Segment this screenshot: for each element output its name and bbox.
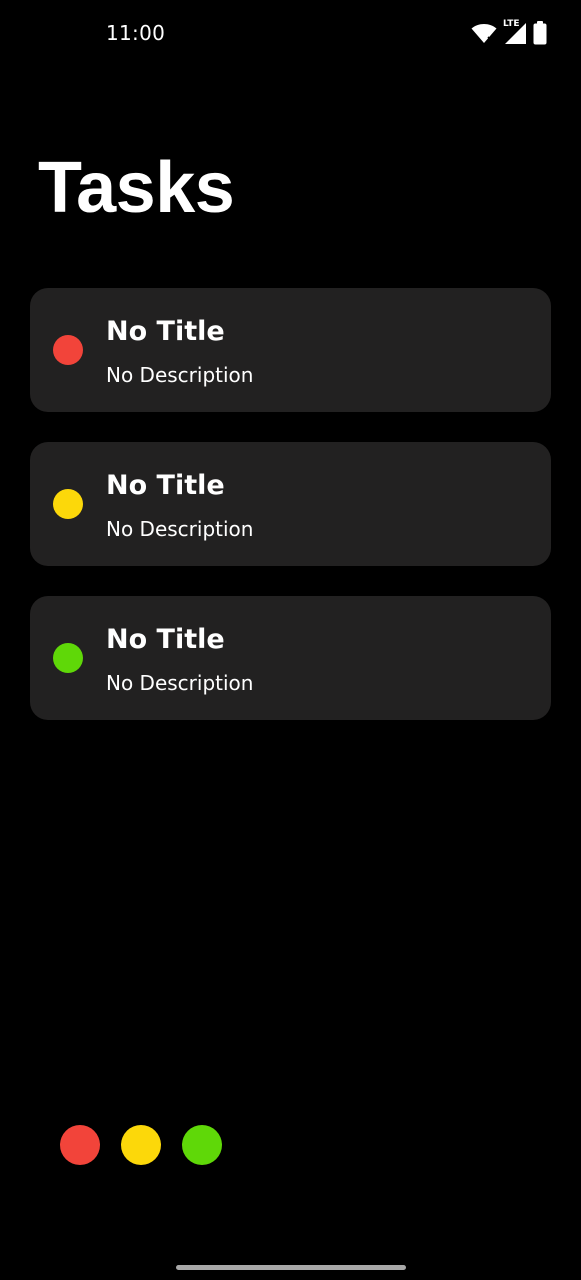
page-title: Tasks (38, 148, 235, 228)
task-card[interactable]: No Title No Description (30, 596, 551, 720)
color-chip-red[interactable] (60, 1125, 100, 1165)
status-time: 11:00 (106, 21, 166, 45)
task-description: No Description (106, 517, 254, 541)
status-bar: 11:00 LTE (0, 0, 581, 66)
task-color-indicator (53, 335, 83, 365)
wifi-icon (471, 22, 497, 44)
task-color-indicator (53, 643, 83, 673)
color-chip-yellow[interactable] (121, 1125, 161, 1165)
task-card[interactable]: No Title No Description (30, 442, 551, 566)
task-title: No Title (106, 624, 225, 655)
gesture-nav-handle[interactable] (176, 1265, 406, 1270)
cell-signal-icon: LTE (503, 19, 527, 45)
task-description: No Description (106, 363, 254, 387)
task-title: No Title (106, 470, 225, 501)
task-list: No Title No Description No Title No Desc… (30, 288, 551, 720)
task-color-indicator (53, 489, 83, 519)
color-chip-green[interactable] (182, 1125, 222, 1165)
status-icons: LTE (471, 19, 547, 46)
color-filter (60, 1125, 222, 1165)
task-description: No Description (106, 671, 254, 695)
task-card[interactable]: No Title No Description (30, 288, 551, 412)
task-title: No Title (106, 316, 225, 347)
battery-icon (533, 21, 547, 45)
